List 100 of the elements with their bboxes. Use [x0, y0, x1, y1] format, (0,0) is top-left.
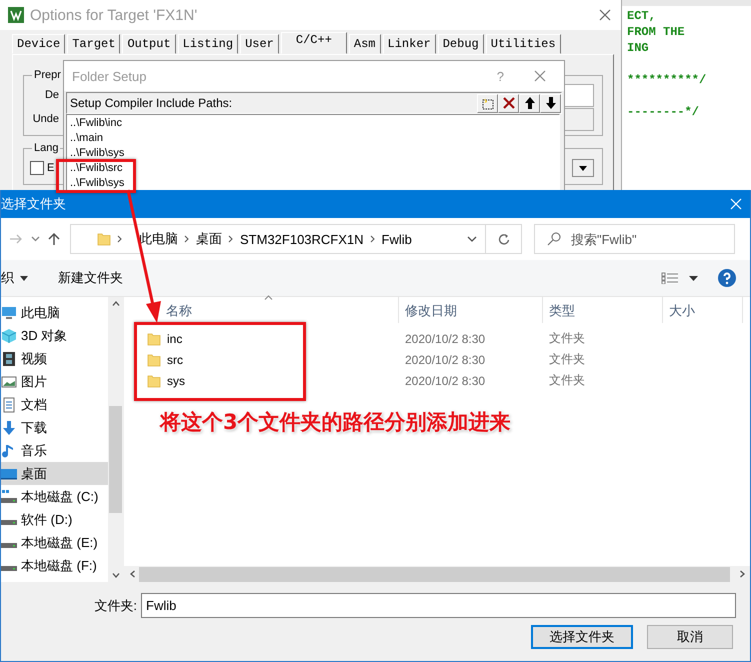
tab[interactable]: Linker	[382, 34, 436, 54]
search-input[interactable]: 搜索"Fwlib"	[571, 232, 721, 246]
file-row[interactable]: src 2020/10/2 8:30 文件夹	[124, 349, 750, 370]
column-header[interactable]: 类型	[543, 297, 663, 323]
dialog-button[interactable]: 取消	[647, 625, 733, 649]
file-name: src	[167, 352, 183, 366]
path-item[interactable]: ..\Fwlib\sys	[70, 147, 124, 159]
file-row[interactable]: inc 2020/10/2 8:30 文件夹	[124, 328, 750, 349]
tab[interactable]: Listing	[178, 34, 238, 54]
drive-icon	[1, 488, 17, 504]
drive-icon	[1, 520, 17, 525]
scroll-right-icon[interactable]	[740, 570, 745, 578]
organize-menu[interactable]: 织	[1, 269, 14, 287]
scrollbar[interactable]	[108, 297, 123, 582]
delete-icon	[502, 96, 516, 110]
annotation-text: 将这个3个文件夹的路径分别添加进来	[160, 409, 511, 436]
computer-icon	[1, 304, 17, 320]
breadcrumb[interactable]: Fwlib	[382, 232, 412, 246]
folder-icon	[147, 352, 161, 366]
checkbox[interactable]	[30, 161, 44, 175]
folder-icon	[147, 374, 161, 388]
code-line: FROM THE	[627, 24, 686, 40]
date-cell: 2020/10/2 8:30	[405, 374, 486, 388]
tab[interactable]: C/C++	[280, 32, 347, 54]
dropdown-caret-icon[interactable]	[689, 276, 698, 280]
type-cell: 文件夹	[549, 331, 585, 345]
path-item[interactable]: ..\Fwlib\inc	[70, 117, 122, 129]
field-label: De	[44, 89, 59, 101]
sidebar-item[interactable]: 文档	[1, 393, 108, 416]
chevron-right-icon	[117, 235, 123, 243]
close-icon[interactable]	[599, 9, 611, 21]
path-item[interactable]: ..\Fwlib\sys	[70, 177, 124, 189]
move-down-button[interactable]	[540, 94, 561, 112]
path-item[interactable]: ..\main	[70, 132, 104, 144]
help-icon[interactable]	[718, 269, 736, 287]
scroll-left-icon[interactable]	[130, 570, 135, 578]
close-icon[interactable]	[534, 70, 546, 82]
sidebar-item[interactable]: 桌面	[1, 462, 108, 485]
sidebar-item[interactable]: 本地磁盘 (C:)	[1, 485, 108, 508]
scrollbar[interactable]	[124, 566, 750, 582]
dropdown-button[interactable]	[572, 159, 594, 177]
column-header[interactable]: 大小	[663, 297, 743, 323]
group-label: Prepr	[33, 69, 62, 81]
refresh-button[interactable]	[486, 224, 522, 254]
chevron-down-icon[interactable]	[467, 236, 477, 242]
sidebar-item[interactable]: 3D 对象	[1, 324, 108, 347]
up-arrow-icon[interactable]	[48, 232, 60, 246]
film-icon	[1, 350, 17, 366]
folder-icon	[97, 232, 111, 246]
sidebar-item[interactable]: 本地磁盘 (F:)	[1, 554, 108, 577]
scroll-up-icon[interactable]	[112, 301, 120, 306]
tab[interactable]: Debug	[438, 34, 484, 54]
move-up-button[interactable]	[519, 94, 540, 112]
list-label: Setup Compiler Include Paths:	[70, 96, 234, 110]
tab[interactable]: Device	[12, 34, 66, 54]
chevron-right-icon	[184, 235, 190, 243]
chevron-right-icon	[228, 235, 234, 243]
sidebar-item[interactable]: 下载	[1, 416, 108, 439]
new-folder-button[interactable]: 新建文件夹	[58, 269, 123, 287]
sidebar-item[interactable]: 本地磁盘 (E:)	[1, 531, 108, 554]
dropdown-caret-icon	[579, 166, 587, 170]
breadcrumb[interactable]: 桌面	[196, 230, 222, 248]
refresh-icon	[498, 233, 510, 245]
file-row[interactable]: sys 2020/10/2 8:30 文件夹	[124, 370, 750, 391]
date-cell: 2020/10/2 8:30	[405, 352, 486, 366]
breadcrumb[interactable]: STM32F103RCFX1N	[240, 232, 364, 246]
sidebar-item[interactable]: 音乐	[1, 439, 108, 462]
path-item[interactable]: ..\Fwlib\src	[70, 162, 123, 174]
code-line: --------*/	[627, 104, 700, 120]
tab[interactable]: Target	[67, 34, 120, 54]
tab[interactable]: Output	[122, 34, 176, 54]
column-header[interactable]: 修改日期	[399, 297, 543, 323]
drive-icon	[1, 543, 17, 548]
chevron-down-icon[interactable]	[31, 236, 40, 242]
drive-icon	[1, 566, 17, 571]
sidebar-item[interactable]: 软件 (D:)	[1, 508, 108, 531]
folder-name-field[interactable]: Fwlib	[141, 593, 736, 618]
code-line: ECT,	[627, 8, 657, 24]
tab[interactable]: Asm	[348, 34, 381, 54]
sidebar-item[interactable]: 图片	[1, 370, 108, 393]
add-button[interactable]	[477, 94, 498, 112]
cube-icon	[1, 328, 17, 344]
up-arrow-icon	[524, 96, 536, 110]
search-field[interactable]: 搜索"Fwlib"	[534, 224, 735, 254]
delete-button[interactable]	[498, 94, 519, 112]
sidebar-item[interactable]: 视频	[1, 347, 108, 370]
dialog-title: Folder Setup	[72, 68, 148, 84]
type-cell: 文件夹	[549, 352, 585, 366]
sidebar-item[interactable]: 此电脑	[1, 301, 108, 324]
tab[interactable]: Utilities	[486, 34, 561, 54]
checkbox-label: E	[47, 162, 54, 174]
folder-icon	[147, 332, 161, 346]
app-logo-icon	[8, 7, 24, 23]
window-title: Options for Target 'FX1N'	[30, 6, 198, 24]
dialog-button[interactable]: 选择文件夹	[531, 625, 633, 649]
tab[interactable]: User	[240, 34, 279, 54]
date-cell: 2020/10/2 8:30	[405, 332, 486, 346]
view-options-icon[interactable]	[661, 272, 679, 284]
scroll-down-icon[interactable]	[112, 573, 120, 578]
dropdown-caret-icon[interactable]	[20, 276, 28, 280]
